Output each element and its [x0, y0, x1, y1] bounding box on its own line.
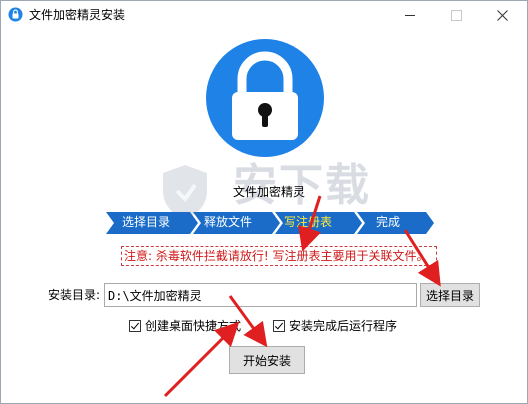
padlock-logo-icon: [206, 39, 324, 157]
step-finish: 完成: [376, 215, 401, 229]
window-title: 文件加密精灵安装: [29, 8, 126, 22]
notice-text: 注意: 杀毒软件拦截请放行! 写注册表主要用于关联文件。: [124, 249, 429, 263]
checkbox-checked-icon[interactable]: [129, 320, 141, 332]
install-dir-input[interactable]: [104, 283, 417, 307]
browse-dir-button[interactable]: 选择目录: [420, 283, 480, 307]
maximize-button[interactable]: [433, 1, 479, 29]
desktop-shortcut-checkbox[interactable]: 创建桌面快捷方式: [129, 319, 241, 333]
close-button[interactable]: [479, 1, 525, 29]
maximize-icon: [450, 9, 462, 21]
minimize-button[interactable]: [387, 1, 433, 29]
step-select-dir: 选择目录: [122, 215, 171, 229]
close-icon: [496, 9, 508, 21]
step-write-registry: 写注册表: [284, 215, 333, 229]
antivirus-notice: 注意: 杀毒软件拦截请放行! 写注册表主要用于关联文件。: [121, 246, 437, 266]
run-after-install-checkbox[interactable]: 安装完成后运行程序: [273, 319, 397, 333]
install-steps: 选择目录 释放文件 写注册表 完成: [106, 212, 436, 234]
installer-window: 文件加密精灵安装 安下载 文件加密精灵 选择目录 释放文件 写注册表 完成 注意…: [0, 0, 528, 404]
install-dir-label: 安装目录:: [48, 288, 101, 302]
checkbox-checked-icon[interactable]: [273, 320, 285, 332]
app-lock-icon: [8, 7, 23, 22]
product-name: 文件加密精灵: [233, 185, 306, 199]
run-after-install-label: 安装完成后运行程序: [289, 319, 398, 333]
title-bar[interactable]: 文件加密精灵安装: [1, 1, 527, 29]
minimize-icon: [405, 14, 415, 16]
start-install-button[interactable]: 开始安装: [229, 346, 305, 374]
step-extract-files: 释放文件: [204, 215, 253, 229]
desktop-shortcut-label: 创建桌面快捷方式: [145, 319, 242, 333]
